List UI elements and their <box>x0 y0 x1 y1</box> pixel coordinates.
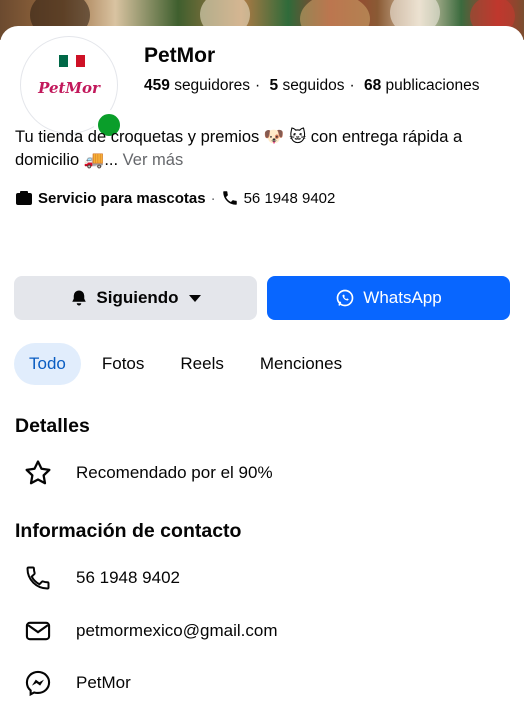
recommended-row[interactable]: Recomendado por el 90% <box>22 457 273 489</box>
contact-info-title: Información de contacto <box>15 520 242 542</box>
contact-phone-row[interactable]: 56 1948 9402 <box>22 562 180 594</box>
posts-label: publicaciones <box>385 77 480 94</box>
bio: Tu tienda de croquetas y premios 🐶 🐱 con… <box>15 126 515 172</box>
whatsapp-icon <box>336 289 354 307</box>
bell-icon <box>72 290 87 306</box>
mexico-flag-icon <box>59 55 86 67</box>
contact-phone: 56 1948 9402 <box>76 568 180 587</box>
phone-icon <box>26 566 50 590</box>
category-icon <box>16 191 32 205</box>
following-label: Siguiendo <box>96 288 179 307</box>
followers-count[interactable]: 459 <box>144 77 170 94</box>
tab-reels[interactable]: Reels <box>165 343 238 385</box>
tab-fotos[interactable]: Fotos <box>87 343 160 385</box>
contact-messenger: PetMor <box>76 673 131 692</box>
star-icon <box>25 460 51 485</box>
envelope-icon <box>25 621 51 641</box>
profile-stats: 459 seguidores · 5 seguidos · 68 publicaci… <box>144 77 480 94</box>
see-more-link[interactable]: Ver más <box>123 151 184 169</box>
following-button[interactable]: Siguiendo <box>14 276 257 320</box>
bio-text: Tu tienda de croquetas y premios 🐶 🐱 con… <box>15 128 463 169</box>
tab-todo[interactable]: Todo <box>14 343 81 385</box>
whatsapp-label: WhatsApp <box>363 288 442 307</box>
contact-messenger-row[interactable]: PetMor <box>22 667 131 699</box>
page-category: Servicio para mascotas <box>38 189 206 207</box>
page-meta: Servicio para mascotas · 56 1948 9402 <box>15 189 335 207</box>
logo-tagline <box>69 98 70 102</box>
phone-icon <box>222 191 237 205</box>
tab-menciones[interactable]: Menciones <box>245 343 357 385</box>
contact-email: petmormexico@gmail.com <box>76 621 278 640</box>
posts-count: 68 <box>363 77 382 94</box>
logo-wordmark: PetMor <box>38 78 100 97</box>
profile-card: PetMor PetMor 459 seguidores · 5 seguidos… <box>0 26 524 720</box>
profile-tabs: Todo Fotos Reels Menciones <box>14 343 363 385</box>
page-phone[interactable]: 56 1948 9402 <box>244 190 336 207</box>
following-count[interactable]: 5 <box>270 77 279 94</box>
following-label[interactable]: seguidos <box>282 77 344 94</box>
page-name: PetMor <box>144 44 216 67</box>
followers-label[interactable]: seguidores <box>174 77 250 94</box>
details-title: Detalles <box>15 415 90 437</box>
whatsapp-button[interactable]: WhatsApp <box>267 276 510 320</box>
messenger-icon <box>25 670 51 697</box>
recommended-text: Recomendado por el 90% <box>76 463 273 482</box>
contact-email-row[interactable]: petmormexico@gmail.com <box>22 615 277 647</box>
chevron-down-icon <box>188 294 201 302</box>
